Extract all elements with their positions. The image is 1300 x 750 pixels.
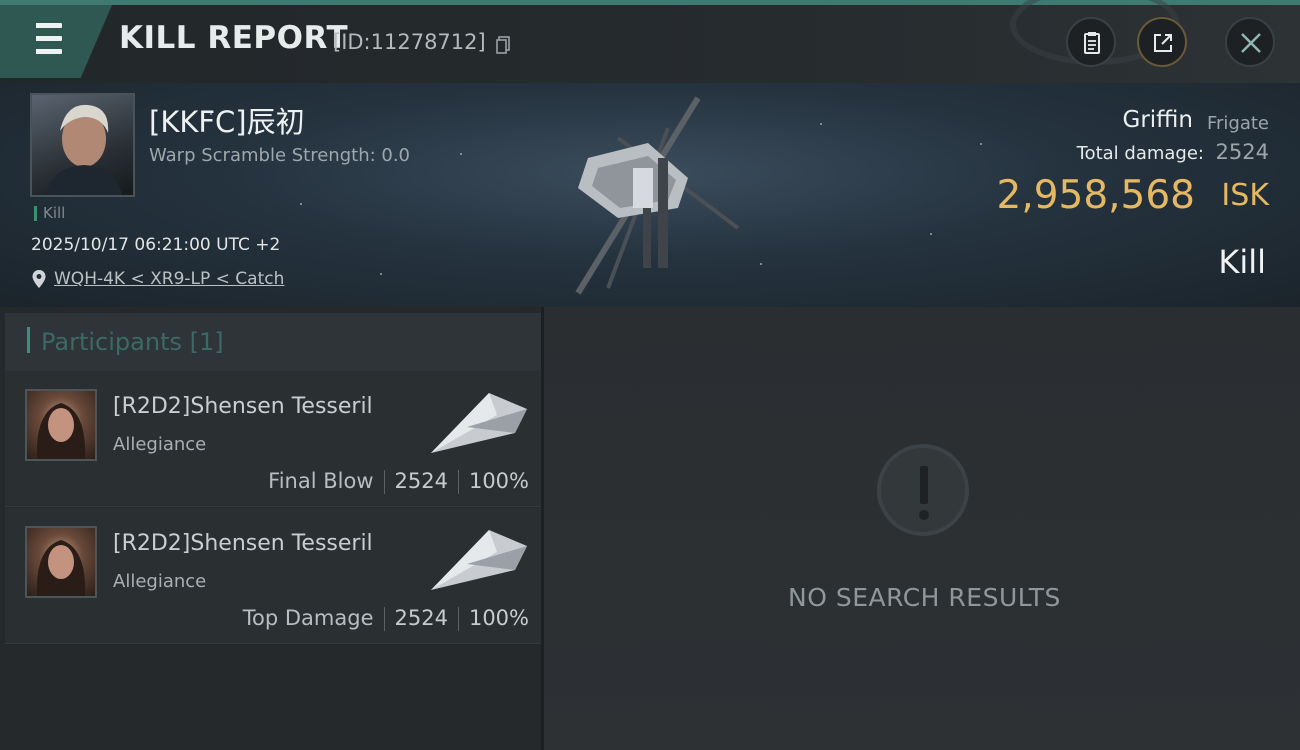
participant-name[interactable]: [R2D2]Shensen Tesseril — [113, 531, 373, 556]
participant-corp: Allegiance — [113, 571, 207, 592]
participant-avatar[interactable] — [25, 526, 97, 598]
participant-role: Top Damage — [242, 606, 374, 630]
clipboard-icon — [1084, 32, 1100, 54]
participant-damage: 2524 — [394, 469, 448, 493]
participant-ship-image[interactable] — [427, 524, 531, 596]
location-pin-icon — [32, 270, 46, 288]
warp-scramble-strength: Warp Scramble Strength: 0.0 — [149, 145, 411, 166]
participant-corp: Allegiance — [113, 434, 207, 455]
participant-percent: 100% — [468, 606, 529, 630]
participant-row[interactable]: [R2D2]Shensen Tesseril Allegiance Final … — [5, 371, 541, 507]
participant-name[interactable]: [R2D2]Shensen Tesseril — [113, 394, 373, 419]
kill-datetime: 2025/10/17 06:21:00 UTC +2 — [31, 235, 281, 255]
participant-stats: Top Damage 2524 100% — [243, 606, 529, 631]
victim-ship-image — [575, 96, 740, 295]
isk-value: 2,958,568 — [996, 173, 1196, 218]
share-icon — [1154, 34, 1172, 52]
page-title: KILL REPORT — [119, 20, 349, 56]
ship-name[interactable]: Griffin — [1123, 107, 1193, 133]
participant-role: Final Blow — [268, 469, 374, 493]
participant-percent: 100% — [468, 469, 529, 493]
participant-avatar[interactable] — [25, 389, 97, 461]
participant-ship-image[interactable] — [427, 387, 531, 459]
report-type: Kill — [1218, 243, 1266, 281]
victim-name[interactable]: [KKFC]辰初 — [149, 99, 305, 141]
victim-portrait[interactable] — [30, 93, 135, 197]
participant-stats: Final Blow 2524 100% — [268, 469, 529, 494]
participant-damage: 2524 — [394, 606, 448, 630]
alert-icon — [877, 444, 969, 536]
location-link[interactable]: WQH-4K < XR9-LP < Catch — [54, 269, 284, 289]
ship-class: Frigate — [1206, 113, 1269, 134]
close-icon — [1241, 33, 1261, 53]
participants-panel: Participants [1] [R2D2]Shensen Tesseril … — [0, 307, 541, 750]
total-damage-value: 2524 — [1215, 140, 1269, 164]
results-panel: NO SEARCH RESULTS — [544, 307, 1300, 750]
kill-tag: Kill — [34, 206, 65, 221]
copy-icon[interactable] — [496, 36, 510, 54]
participant-row[interactable]: [R2D2]Shensen Tesseril Allegiance Top Da… — [5, 508, 541, 644]
isk-unit: ISK — [1221, 178, 1269, 213]
victim-banner: [KKFC]辰初 Warp Scramble Strength: 0.0 Kil… — [0, 83, 1300, 307]
clipboard-button[interactable] — [1066, 17, 1116, 67]
close-button[interactable] — [1225, 17, 1275, 67]
report-id: [ID:11278712] — [333, 30, 486, 54]
participants-header[interactable]: Participants [1] — [5, 313, 541, 371]
participants-title: Participants [1] — [41, 328, 224, 356]
total-damage-label: Total damage: — [1076, 143, 1204, 164]
share-button[interactable] — [1137, 17, 1187, 67]
empty-results-text: NO SEARCH RESULTS — [788, 583, 1061, 612]
